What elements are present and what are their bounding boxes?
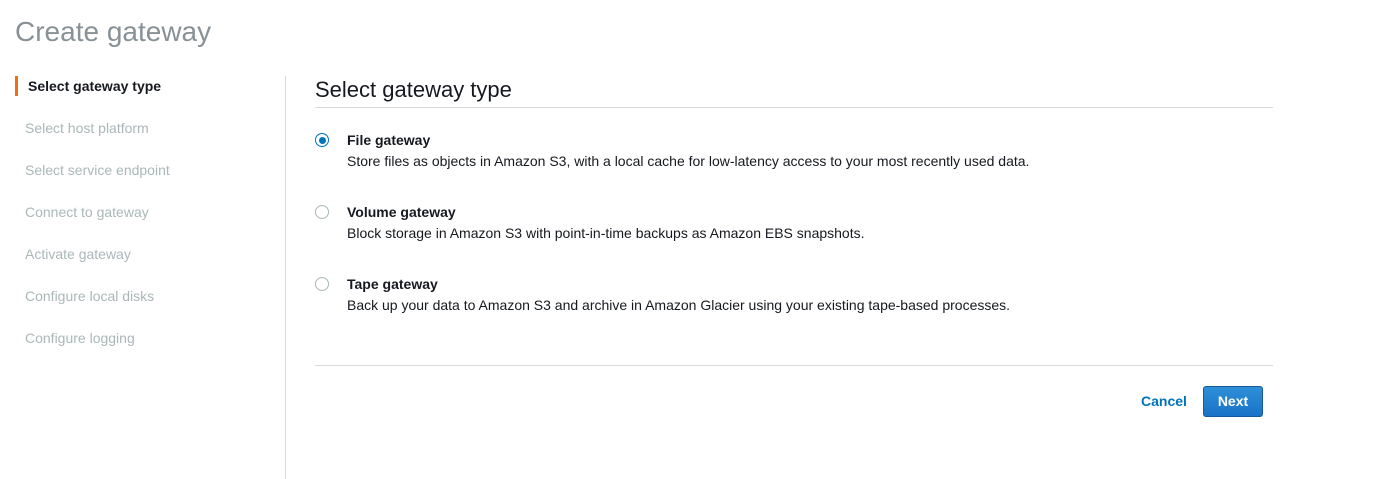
volume-gateway-radio[interactable] xyxy=(315,205,329,219)
file-gateway-radio[interactable] xyxy=(315,133,329,147)
option-description: Block storage in Amazon S3 with point-in… xyxy=(347,225,865,241)
step-select-service-endpoint: Select service endpoint xyxy=(25,162,170,178)
wizard-steps-nav: Select gateway type Select host platform… xyxy=(15,76,270,370)
sidebar-divider xyxy=(285,76,286,479)
section-title: Select gateway type xyxy=(315,77,512,102)
option-description: Store files as objects in Amazon S3, wit… xyxy=(347,153,1030,169)
step-connect-to-gateway: Connect to gateway xyxy=(25,204,149,220)
step-select-host-platform: Select host platform xyxy=(25,120,149,136)
step-configure-logging: Configure logging xyxy=(25,330,135,346)
option-description: Back up your data to Amazon S3 and archi… xyxy=(347,297,1011,313)
cancel-button[interactable]: Cancel xyxy=(1131,386,1197,416)
page-title: Create gateway xyxy=(15,16,212,47)
option-tape-gateway[interactable]: Tape gateway Back up your data to Amazon… xyxy=(315,275,1215,319)
step-activate-gateway: Activate gateway xyxy=(25,246,131,262)
option-label[interactable]: Volume gateway xyxy=(347,203,456,221)
step-configure-local-disks: Configure local disks xyxy=(25,288,155,304)
option-file-gateway[interactable]: File gateway Store files as objects in A… xyxy=(315,131,1215,175)
step-select-gateway-type[interactable]: Select gateway type xyxy=(15,76,270,96)
section-title-divider xyxy=(315,107,1273,108)
tape-gateway-radio[interactable] xyxy=(315,277,329,291)
footer-divider xyxy=(315,365,1273,366)
next-button[interactable]: Next xyxy=(1203,386,1263,417)
option-volume-gateway[interactable]: Volume gateway Block storage in Amazon S… xyxy=(315,203,1215,247)
option-label[interactable]: Tape gateway xyxy=(347,275,438,293)
option-label[interactable]: File gateway xyxy=(347,131,430,149)
